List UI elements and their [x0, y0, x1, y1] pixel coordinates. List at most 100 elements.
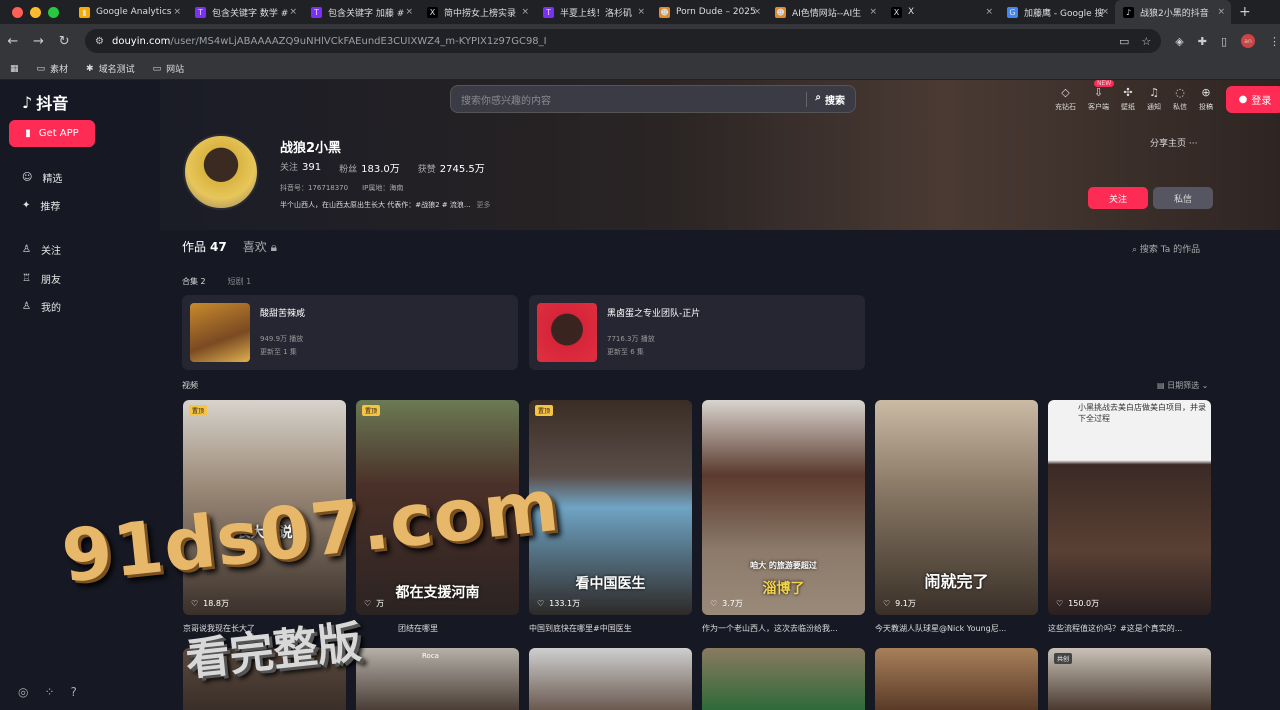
video-title[interactable]: 这些流程值这价吗？#这是个真实的...	[1048, 623, 1211, 634]
search-input[interactable]: 搜索你感兴趣的内容 ⌕ 搜索	[450, 85, 856, 113]
close-tab-icon[interactable]: ×	[869, 7, 877, 17]
browser-tab[interactable]: T 包含关键字 数学 # ×	[187, 0, 303, 24]
close-window-button[interactable]	[12, 6, 23, 18]
extension-icon[interactable]: ◈	[1175, 35, 1183, 48]
browser-tab[interactable]: ▮ Google Analytics ×	[71, 0, 187, 24]
video-card[interactable]: 小黑挑战去美白店做美白项目，并录下全过程 ♡ 150.0万	[1048, 400, 1211, 615]
bookmark-favicon-icon: ✱	[86, 63, 94, 74]
video-card[interactable]	[702, 648, 865, 710]
help-icon[interactable]: ?	[71, 685, 77, 699]
minimize-window-button[interactable]	[30, 6, 41, 18]
recharge-button[interactable]: ◇ 充钻石	[1055, 86, 1076, 112]
search-icon: ⌕	[815, 91, 821, 103]
collection-plays: 7716.3万 播放	[607, 335, 655, 343]
search-works-button[interactable]: ⌕ 搜索 Ta 的作品	[1132, 242, 1200, 255]
video-card[interactable]	[875, 648, 1038, 710]
sidebar-item-recommend[interactable]: ✦ 推荐	[22, 198, 60, 213]
messages-button[interactable]: ◌ 私信	[1173, 86, 1187, 112]
video-card[interactable]: Roca	[356, 648, 519, 710]
bio-more-link[interactable]: 更多	[477, 201, 491, 209]
tab-collections[interactable]: 合集 2	[182, 276, 206, 287]
notification-button[interactable]: ♫ 通知	[1147, 86, 1161, 112]
puzzle-icon[interactable]: ✚	[1198, 35, 1207, 48]
reload-icon[interactable]: ↻	[51, 34, 77, 49]
address-bar[interactable]: ⚙ douyin.com/user/MS4wLjABAAAAZQ9uNHlVCk…	[85, 29, 1162, 53]
browser-tab[interactable]: ☻ Porn Dude – 2025 ×	[651, 0, 767, 24]
bookmark-item[interactable]: ▭ 素材	[37, 62, 69, 76]
upload-button[interactable]: ⊕ 投稿	[1199, 86, 1213, 112]
video-card[interactable]	[529, 648, 692, 710]
sidebar-item-friends[interactable]: ♖ 朋友	[22, 271, 61, 286]
tab-likes[interactable]: 喜欢 🔒︎	[243, 238, 277, 255]
menu-icon[interactable]: ⋮	[1269, 35, 1280, 48]
sidebar-item-following[interactable]: ♙ 关注	[22, 242, 61, 257]
sidebar-item-me[interactable]: ♙ 我的	[22, 299, 61, 314]
video-likes: ♡ 万	[364, 599, 385, 608]
more-apps-icon[interactable]: ⁘	[44, 685, 54, 699]
following-count[interactable]: 关注 391	[280, 160, 321, 175]
forward-icon[interactable]: →	[26, 34, 52, 49]
wallpaper-button[interactable]: ✣ 壁纸	[1121, 86, 1135, 112]
sidebar-item-featured[interactable]: ☺ 精选	[22, 170, 62, 185]
video-title[interactable]: 作为一个老山西人，这次去临汾给我...	[702, 623, 865, 634]
close-tab-icon[interactable]: ×	[1101, 7, 1109, 17]
client-download-button[interactable]: ⇩ 客户端 NEW	[1088, 80, 1115, 112]
message-button[interactable]: 私信	[1153, 187, 1213, 209]
bookmark-item[interactable]: ✱ 域名测试	[86, 62, 135, 76]
profile-avatar[interactable]	[183, 134, 259, 210]
close-tab-icon[interactable]: ×	[753, 7, 761, 17]
bookmark-item[interactable]: ▭ 网站	[153, 62, 185, 76]
new-badge: NEW	[1094, 80, 1115, 87]
video-card[interactable]: 闹就完了 ♡ 9.1万	[875, 400, 1038, 615]
browser-tab[interactable]: X X ×	[883, 0, 999, 24]
collection-card[interactable]: 酸甜苦辣咸 949.9万 播放 更新至 1 集	[182, 295, 518, 370]
video-card[interactable]: 共创	[1048, 648, 1211, 710]
follow-icon: ♙	[22, 244, 31, 255]
video-card[interactable]: 咱大 的旅游要超过 淄博了 ♡ 3.7万	[702, 400, 865, 615]
follower-count[interactable]: 粉丝 183.0万	[339, 160, 400, 175]
close-tab-icon[interactable]: ×	[405, 7, 413, 17]
browser-tab[interactable]: T 半夏上线！洛杉矶 ×	[535, 0, 651, 24]
tab-works[interactable]: 作品 47	[182, 238, 227, 255]
get-app-button[interactable]: ▮ Get APP	[9, 120, 95, 147]
more-options-icon[interactable]: ···	[1189, 139, 1198, 149]
browser-tab[interactable]: G 加藤鹰 - Google 搜 ×	[999, 0, 1115, 24]
close-tab-icon[interactable]: ×	[1217, 7, 1225, 17]
video-tag-text: Roca	[422, 652, 439, 660]
settings-icon[interactable]: ◎	[18, 685, 28, 699]
split-view-icon[interactable]: ▯	[1221, 35, 1227, 48]
video-title[interactable]: 团结在哪里	[356, 623, 519, 634]
douyin-logo[interactable]: ♪ 抖音	[22, 90, 68, 114]
browser-tab[interactable]: X 简中捞女上榜实录 ×	[419, 0, 535, 24]
cast-icon[interactable]: ▭	[1119, 35, 1129, 48]
close-tab-icon[interactable]: ×	[985, 7, 993, 17]
share-profile-button[interactable]: 分享主页 ···	[1150, 136, 1197, 149]
site-info-icon[interactable]: ⚙	[95, 36, 104, 47]
profile-avatar[interactable]: an	[1241, 34, 1256, 48]
browser-tab[interactable]: ♪ 战狼2小黑的抖音 ×	[1115, 0, 1231, 24]
search-button[interactable]: ⌕ 搜索	[806, 91, 845, 107]
new-tab-button[interactable]: +	[1231, 4, 1259, 20]
login-button[interactable]: ● 登录	[1226, 86, 1280, 113]
back-icon[interactable]: ←	[0, 34, 26, 49]
apps-grid-icon[interactable]: ▦	[10, 64, 19, 74]
close-tab-icon[interactable]: ×	[637, 7, 645, 17]
maximize-window-button[interactable]	[48, 6, 59, 18]
t-icon: T	[543, 6, 554, 18]
video-title[interactable]: 中国到底快在哪里#中国医生	[529, 623, 692, 634]
collection-card[interactable]: 黑卤蛋之专业团队-正片 7716.3万 播放 更新至 6 集	[529, 295, 865, 370]
bookmark-star-icon[interactable]: ☆	[1141, 35, 1151, 48]
close-tab-icon[interactable]: ×	[289, 7, 297, 17]
browser-tab[interactable]: ☻ AI色情网站--AI生 ×	[767, 0, 883, 24]
collection-title: 酸甜苦辣咸	[260, 309, 306, 319]
browser-tab[interactable]: T 包含关键字 加藤 # ×	[303, 0, 419, 24]
close-tab-icon[interactable]: ×	[521, 7, 529, 17]
profile-bio: 半个山西人，在山西太原出生长大 代表作：#战狼2 # 流浪... 更多	[280, 201, 491, 209]
tab-shorts[interactable]: 短剧 1	[228, 276, 252, 287]
follow-button[interactable]: 关注	[1088, 187, 1148, 209]
diamond-icon: ◇	[1061, 86, 1070, 99]
video-likes: ♡ 9.1万	[883, 599, 916, 608]
date-filter-dropdown[interactable]: ▤ 日期筛选 ⌄	[1157, 380, 1208, 391]
video-title[interactable]: 今天教湖人队球星@Nick Young尼...	[875, 623, 1038, 634]
close-tab-icon[interactable]: ×	[173, 7, 181, 17]
